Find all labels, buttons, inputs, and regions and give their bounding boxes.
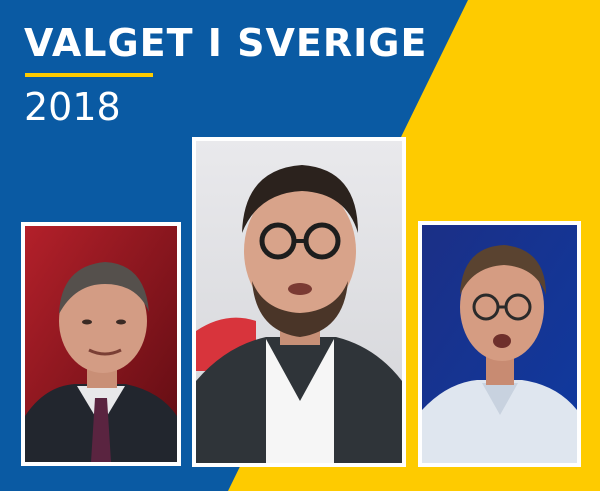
portrait-photo-center [192,137,406,467]
portrait-photo-icon [25,226,177,462]
banner: VALGET I SVERIGE 2018 [0,0,600,491]
portrait-photo-right [418,221,581,467]
year-label: 2018 [24,85,121,129]
portrait-photo-left [21,222,181,466]
portrait-photo-icon [196,141,402,463]
page-title: VALGET I SVERIGE [24,21,428,65]
title-underline [25,73,153,77]
portrait-photo-icon [422,225,577,463]
